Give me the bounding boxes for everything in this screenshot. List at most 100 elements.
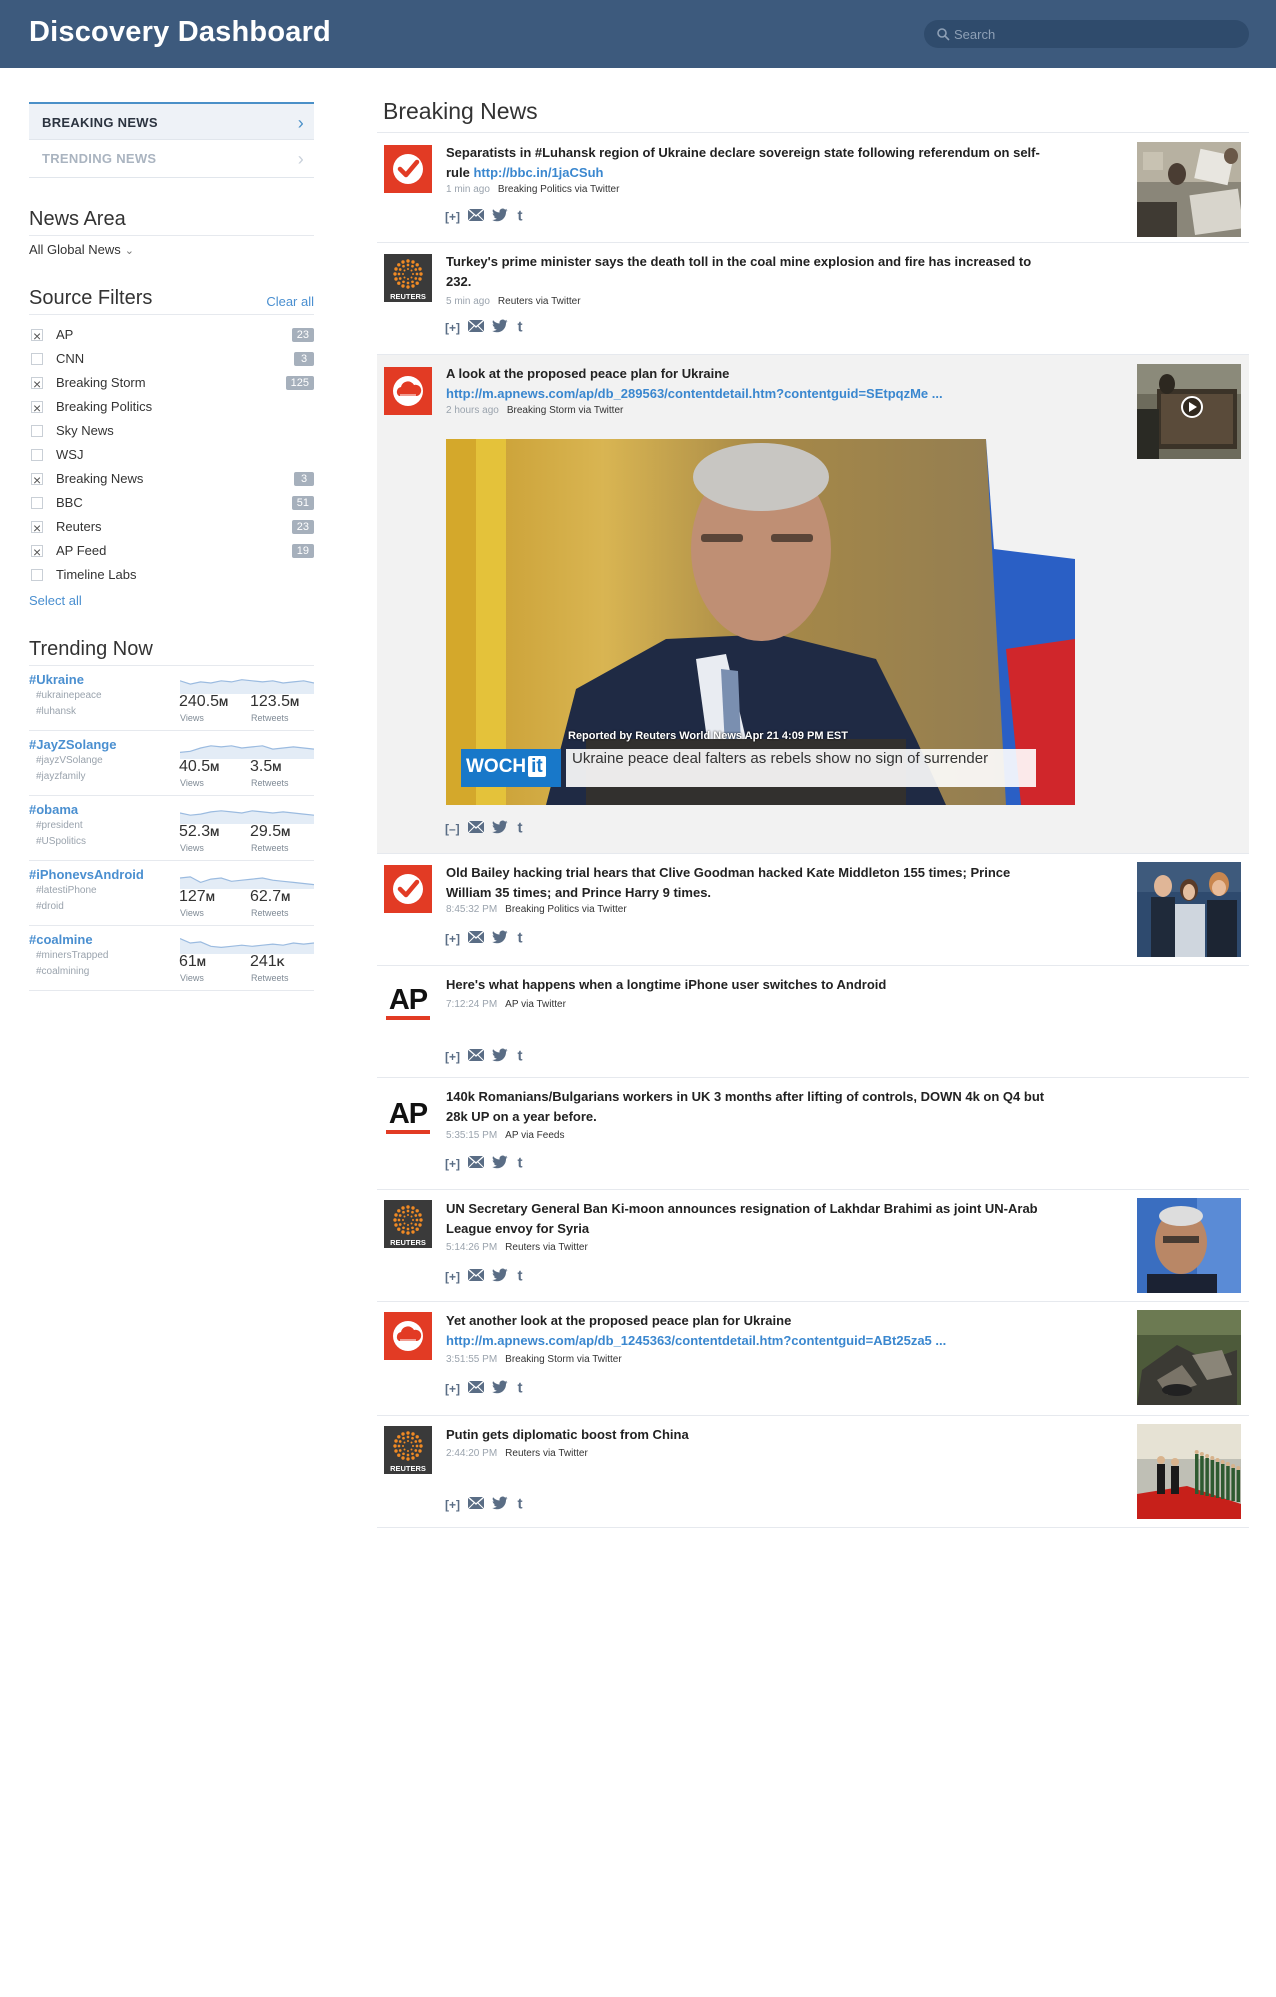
source-filter-item[interactable]: BBC 51 <box>29 491 314 515</box>
email-icon[interactable] <box>467 1268 485 1285</box>
trending-item[interactable]: #coalmine #minersTrapped #coalmining 61M Vie… <box>29 926 314 991</box>
related-hashtag[interactable]: #president <box>36 820 83 831</box>
story-thumbnail[interactable] <box>1137 364 1241 459</box>
story-item[interactable]: REUTERS Putin gets diplomatic boost from … <box>377 1416 1249 1528</box>
tumblr-icon[interactable]: t <box>515 1380 525 1397</box>
filter-checkbox[interactable] <box>31 372 43 396</box>
twitter-icon[interactable] <box>492 1496 508 1513</box>
trending-item[interactable]: #obama #president #USpolitics 52.3M Views 29.… <box>29 796 314 861</box>
expand-toggle[interactable]: [+] <box>445 1382 460 1396</box>
trending-hashtag[interactable]: #iPhonevsAndroid <box>29 867 144 882</box>
story-thumbnail[interactable] <box>1137 142 1241 237</box>
source-filter-item[interactable]: CNN 3 <box>29 347 314 371</box>
expand-toggle[interactable]: [+] <box>445 1270 460 1284</box>
email-icon[interactable] <box>467 208 485 225</box>
story-item[interactable]: Yet another look at the proposed peace p… <box>377 1302 1249 1416</box>
clear-all-link[interactable]: Clear all <box>266 294 314 309</box>
search-input[interactable] <box>954 24 1239 44</box>
tumblr-icon[interactable]: t <box>515 1268 525 1285</box>
source-filter-item[interactable]: Sky News <box>29 419 314 443</box>
expand-toggle[interactable]: [+] <box>445 1050 460 1064</box>
twitter-icon[interactable] <box>492 208 508 225</box>
expand-toggle[interactable]: [+] <box>445 1498 460 1512</box>
story-headline[interactable]: Here's what happens when a longtime iPho… <box>446 975 1046 995</box>
twitter-icon[interactable] <box>491 820 508 837</box>
filter-checkbox[interactable] <box>31 497 43 509</box>
trending-hashtag[interactable]: #coalmine <box>29 932 93 947</box>
related-hashtag[interactable]: #coalmining <box>36 966 89 977</box>
news-area-select[interactable]: All Global News ⌄ <box>29 242 314 257</box>
filter-checkbox[interactable] <box>31 353 43 365</box>
tumblr-icon[interactable]: t <box>515 1048 525 1065</box>
story-thumbnail[interactable] <box>1137 862 1241 957</box>
trending-hashtag[interactable]: #Ukraine <box>29 672 84 687</box>
story-headline[interactable]: Separatists in #Luhansk region of Ukrain… <box>446 143 1046 183</box>
related-hashtag[interactable]: #luhansk <box>36 706 76 717</box>
filter-checkbox[interactable] <box>31 468 43 492</box>
source-filter-item[interactable]: Timeline Labs <box>29 563 314 587</box>
expand-toggle[interactable]: [+] <box>445 210 460 224</box>
source-filter-item[interactable]: Breaking Storm 125 <box>29 371 314 396</box>
story-headline[interactable]: Turkey's prime minister says the death t… <box>446 252 1046 292</box>
expand-toggle[interactable]: [–] <box>445 822 460 836</box>
filter-checkbox[interactable] <box>31 449 43 461</box>
related-hashtag[interactable]: #latestiPhone <box>36 885 97 896</box>
story-item[interactable]: REUTERS Turkey's prime minister says the … <box>377 243 1249 355</box>
trending-item[interactable]: #Ukraine #ukrainepeace #luhansk 240.5M Views… <box>29 666 314 731</box>
source-filter-item[interactable]: AP 23 <box>29 323 314 348</box>
filter-checkbox[interactable] <box>31 324 43 348</box>
story-headline[interactable]: Yet another look at the proposed peace p… <box>446 1311 1046 1351</box>
story-headline[interactable]: Old Bailey hacking trial hears that Cliv… <box>446 863 1046 903</box>
email-icon[interactable] <box>467 1496 485 1513</box>
trending-item[interactable]: #JayZSolange #jayzVSolange #jayzfamily 40.5… <box>29 731 314 796</box>
nav-trending-news[interactable]: TRENDING NEWS › <box>29 140 314 178</box>
story-link[interactable]: http://m.apnews.com/ap/db_289563/content… <box>446 384 1046 404</box>
expand-toggle[interactable]: [+] <box>445 932 460 946</box>
filter-checkbox[interactable] <box>31 396 43 420</box>
story-item[interactable]: AP Here's what happens when a longtime iP… <box>377 966 1249 1078</box>
search-box[interactable] <box>924 20 1249 48</box>
twitter-icon[interactable] <box>492 319 508 336</box>
email-icon[interactable] <box>467 820 485 837</box>
filter-checkbox[interactable] <box>31 569 43 581</box>
tumblr-icon[interactable]: t <box>515 930 525 947</box>
story-item[interactable]: Old Bailey hacking trial hears that Cliv… <box>377 854 1249 966</box>
trending-hashtag[interactable]: #JayZSolange <box>29 737 116 752</box>
related-hashtag[interactable]: #jayzVSolange <box>36 755 103 766</box>
story-link[interactable]: http://bbc.in/1jaCSuh <box>473 165 603 180</box>
email-icon[interactable] <box>467 1380 485 1397</box>
email-icon[interactable] <box>467 1155 485 1172</box>
source-filter-item[interactable]: AP Feed 19 <box>29 539 314 564</box>
twitter-icon[interactable] <box>492 930 508 947</box>
story-item[interactable]: REUTERS UN Secretary General Ban Ki-moon … <box>377 1190 1249 1302</box>
story-headline[interactable]: 140k Romanians/Bulgarians workers in UK … <box>446 1087 1046 1127</box>
trending-item[interactable]: #iPhonevsAndroid #latestiPhone #droid 127M V… <box>29 861 314 926</box>
twitter-icon[interactable] <box>492 1268 508 1285</box>
story-item[interactable]: Separatists in #Luhansk region of Ukrain… <box>377 133 1249 243</box>
source-filter-item[interactable]: Breaking Politics <box>29 395 314 420</box>
trending-hashtag[interactable]: #obama <box>29 802 78 817</box>
source-filter-item[interactable]: Breaking News 3 <box>29 467 314 492</box>
email-icon[interactable] <box>467 930 485 947</box>
related-hashtag[interactable]: #USpolitics <box>36 836 86 847</box>
story-headline[interactable]: Putin gets diplomatic boost from China <box>446 1425 1046 1445</box>
story-headline[interactable]: UN Secretary General Ban Ki-moon announc… <box>446 1199 1046 1239</box>
story-item[interactable]: A look at the proposed peace plan for Uk… <box>377 355 1249 854</box>
twitter-icon[interactable] <box>492 1155 508 1172</box>
related-hashtag[interactable]: #jayzfamily <box>36 771 85 782</box>
email-icon[interactable] <box>467 319 485 336</box>
story-thumbnail[interactable] <box>1137 1424 1241 1519</box>
source-filter-item[interactable]: WSJ <box>29 443 314 467</box>
tumblr-icon[interactable]: t <box>515 319 525 336</box>
story-link[interactable]: http://m.apnews.com/ap/db_1245363/conten… <box>446 1331 1046 1351</box>
story-thumbnail[interactable] <box>1137 1310 1241 1405</box>
select-all-link[interactable]: Select all <box>29 593 314 608</box>
nav-breaking-news[interactable]: BREAKING NEWS › <box>29 102 314 140</box>
tumblr-icon[interactable]: t <box>515 208 525 225</box>
related-hashtag[interactable]: #droid <box>36 901 64 912</box>
related-hashtag[interactable]: #ukrainepeace <box>36 690 102 701</box>
email-icon[interactable] <box>467 1048 485 1065</box>
expand-toggle[interactable]: [+] <box>445 1157 460 1171</box>
expand-toggle[interactable]: [+] <box>445 321 460 335</box>
filter-checkbox[interactable] <box>31 425 43 437</box>
